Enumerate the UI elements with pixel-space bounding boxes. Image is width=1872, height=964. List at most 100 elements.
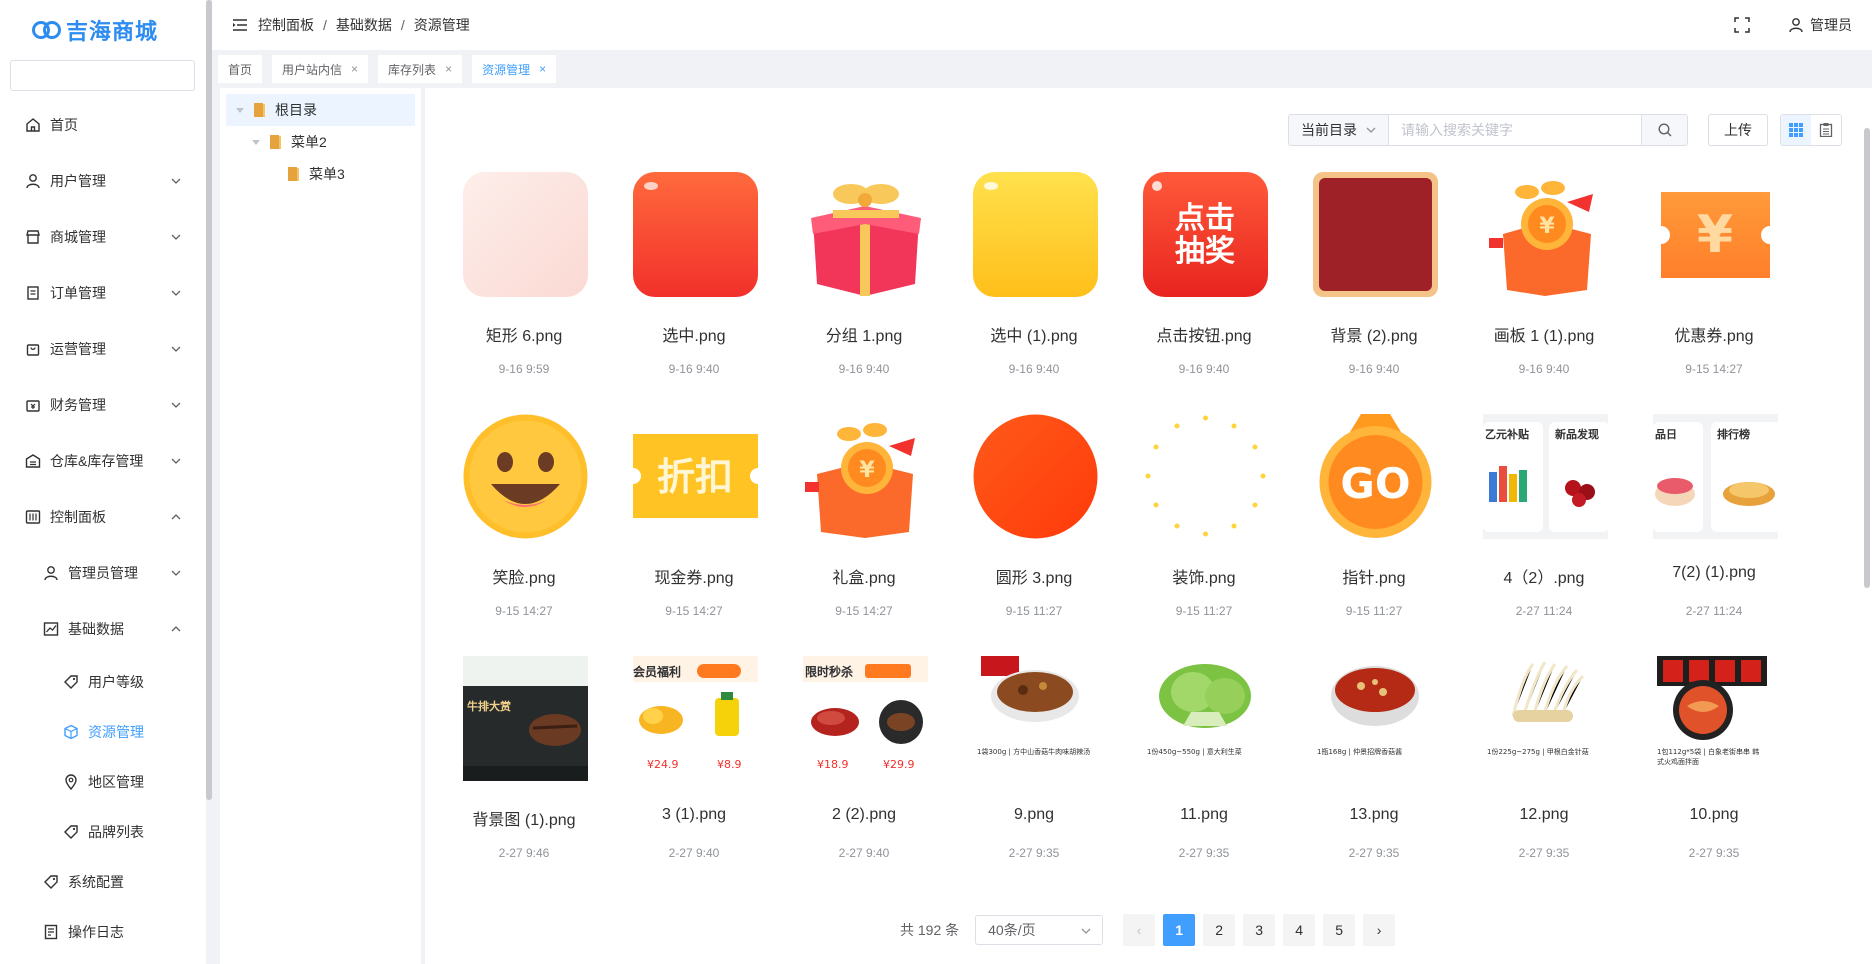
file-thumbnail[interactable]: 1包112g*5袋 | 白象老街串串 韩式火鸡面拌面 (1653, 656, 1778, 781)
file-thumbnail[interactable] (633, 172, 758, 297)
file-date: 2-27 9:35 (1688, 846, 1740, 860)
sidebar-item-store[interactable]: 商城管理 (0, 209, 206, 265)
file-thumbnail[interactable]: 限时秒杀 ¥18.9 ¥29.9 (803, 656, 928, 781)
file-thumbnail[interactable]: 会员福利 ¥24.9 ¥8.9 (633, 656, 758, 781)
sidebar-search-input[interactable] (10, 60, 195, 91)
tab-label: 库存列表 (388, 62, 437, 77)
sidebar-item-user-level[interactable]: 用户等级 (0, 657, 206, 707)
file-thumbnail[interactable] (463, 172, 588, 297)
page-button-2[interactable]: 2 (1203, 914, 1236, 946)
file-thumbnail[interactable]: 乙元补贴 新品发现 (1483, 414, 1608, 539)
brand-name: 吉海商城 (66, 19, 159, 44)
next-page-button[interactable]: › (1363, 914, 1396, 946)
file-thumbnail[interactable] (973, 172, 1098, 297)
sidebar-item-resource-manage[interactable]: 资源管理 (0, 707, 206, 757)
sidebar-item-operation-log[interactable]: 操作日志 (0, 907, 206, 957)
file-thumbnail[interactable]: 1份450g~550g | 意大利生菜 (1143, 656, 1268, 781)
file-date: 9-16 9:40 (1008, 362, 1060, 376)
file-thumbnail-text: ¥ (1697, 205, 1733, 265)
file-thumbnail[interactable]: 点击抽奖 (1143, 172, 1268, 297)
breadcrumb-item[interactable]: 基础数据 (336, 15, 392, 35)
list-view-button[interactable] (1811, 115, 1841, 145)
tree-node-menu3[interactable]: 菜单3 (220, 158, 421, 190)
sidebar-item-control-panel[interactable]: 控制面板 (0, 489, 206, 545)
file-thumbnail-text: 新品发现 (1555, 427, 1599, 441)
sidebar-item-label: 用户等级 (88, 674, 144, 690)
sidebar-item-users[interactable]: 用户管理 (0, 153, 206, 209)
file-thumbnail[interactable]: 1袋300g | 方中山香菇牛肉味胡辣汤 (973, 656, 1098, 781)
file-name: 优惠券.png (1674, 328, 1754, 345)
file-date: 9-16 9:40 (838, 362, 890, 376)
tab-home[interactable]: 首页 (218, 55, 263, 83)
page-button-3[interactable]: 3 (1243, 914, 1276, 946)
upload-button[interactable]: 上传 (1708, 114, 1768, 146)
file-thumbnail-text: 牛排大赏 (467, 699, 511, 713)
sidebar-item-warehouse[interactable]: 仓库&库存管理 (0, 433, 206, 489)
chevron-down-icon (171, 570, 181, 576)
tab-inventory-list[interactable]: 库存列表 × (378, 55, 463, 83)
caret-down-icon[interactable] (234, 104, 246, 116)
file-thumbnail[interactable] (1313, 172, 1438, 297)
sidebar-item-home[interactable]: 首页 (0, 97, 206, 153)
sidebar-item-label: 财务管理 (50, 397, 106, 413)
file-thumbnail[interactable] (803, 172, 928, 297)
tree-node-root[interactable]: 根目录 (226, 94, 415, 126)
sidebar-item-system-config[interactable]: 系统配置 (0, 857, 206, 907)
file-date: 2-27 9:35 (1518, 846, 1570, 860)
close-icon[interactable]: × (351, 62, 358, 76)
search-input[interactable]: 请输入搜索关键字 (1388, 114, 1642, 146)
breadcrumb-item[interactable]: 控制面板 (258, 15, 314, 35)
sidebar-item-region[interactable]: 地区管理 (0, 757, 206, 807)
sidebar-scrollbar-thumb[interactable] (206, 0, 212, 800)
file-thumbnail[interactable]: 1份225g~275g | 甲根白金针菇 (1483, 656, 1608, 781)
file-thumbnail[interactable] (1143, 414, 1268, 539)
file-name: 笑脸.png (492, 570, 556, 587)
file-thumbnail[interactable]: 折扣 (633, 414, 758, 539)
file-name: 点击按钮.png (1156, 328, 1252, 345)
file-name: 3 (1).png (661, 806, 727, 823)
page-button-4[interactable]: 4 (1283, 914, 1316, 946)
sidebar-item-brand-list[interactable]: 品牌列表 (0, 807, 206, 857)
file-date: 9-15 11:27 (1345, 604, 1403, 618)
content-scrollbar[interactable] (1864, 128, 1870, 948)
scope-select[interactable]: 当前目录 (1288, 114, 1388, 146)
file-thumbnail[interactable]: ¥ (1653, 172, 1778, 297)
page-size-value: 40条/页 (988, 922, 1036, 938)
prev-page-button[interactable]: ‹ (1123, 914, 1156, 946)
file-thumbnail[interactable]: 品日 排行榜 (1653, 414, 1778, 539)
menu-fold-icon[interactable] (232, 17, 248, 33)
file-thumbnail[interactable]: GO (1313, 414, 1438, 539)
user-menu[interactable]: 管理员 (1788, 15, 1852, 35)
sidebar-item-orders[interactable]: 订单管理 (0, 265, 206, 321)
caret-down-icon[interactable] (250, 136, 262, 148)
grid-view-button[interactable] (1781, 115, 1811, 145)
folder-icon (288, 167, 299, 181)
sidebar-item-admins[interactable]: 管理员管理 (0, 545, 206, 601)
fullscreen-icon[interactable] (1734, 17, 1750, 33)
file-thumbnail[interactable] (973, 414, 1098, 539)
file-thumbnail[interactable]: ¥ (803, 414, 928, 539)
sidebar-item-basic-data[interactable]: 基础数据 (0, 601, 206, 657)
logo[interactable]: 吉海商城 (0, 0, 206, 60)
tree-node-menu2[interactable]: 菜单2 (220, 126, 421, 158)
content-scrollbar-thumb[interactable] (1864, 128, 1870, 588)
sidebar-scrollbar[interactable] (206, 0, 212, 964)
file-thumbnail[interactable]: 牛排大赏 (463, 656, 588, 781)
file-name: 矩形 6.png (485, 328, 563, 345)
file-thumbnail[interactable] (463, 414, 588, 539)
file-thumbnail[interactable]: ¥ (1483, 172, 1608, 297)
sidebar-item-finance[interactable]: 财务管理 (0, 377, 206, 433)
search-button[interactable] (1642, 114, 1688, 146)
sidebar-item-label: 控制面板 (50, 509, 106, 525)
tab-resource-manage[interactable]: 资源管理 × (472, 55, 557, 83)
file-thumbnail[interactable]: 1瓶168g | 仲景招牌香菇酱 (1313, 656, 1438, 781)
sidebar-item-operations[interactable]: 运营管理 (0, 321, 206, 377)
close-icon[interactable]: × (539, 62, 546, 76)
tab-user-message[interactable]: 用户站内信 × (272, 55, 369, 83)
close-icon[interactable]: × (445, 62, 452, 76)
page-button-1[interactable]: 1 (1163, 914, 1196, 946)
page-button-5[interactable]: 5 (1323, 914, 1356, 946)
page-size-select[interactable]: 40条/页 (975, 915, 1104, 945)
file-thumbnail-text: 排行榜 (1717, 427, 1750, 441)
file-date: 9-16 9:40 (1348, 362, 1400, 376)
